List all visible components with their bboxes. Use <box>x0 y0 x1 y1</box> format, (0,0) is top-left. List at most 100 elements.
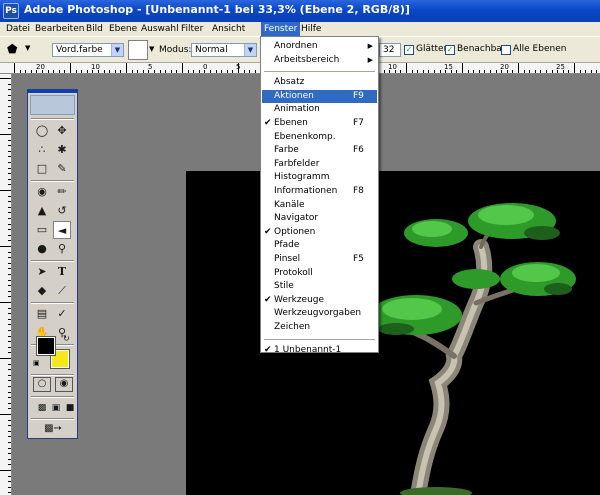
crop-icon[interactable]: □ <box>33 160 51 178</box>
ruler-tick <box>568 70 569 73</box>
ruler-tick <box>400 70 401 73</box>
clone-stamp-icon[interactable]: ▲ <box>33 202 51 220</box>
ruler-tick <box>8 386 11 387</box>
menu-item-kanäle[interactable]: Kanäle <box>262 199 377 212</box>
menu-ansicht[interactable]: Ansicht <box>209 22 248 36</box>
tolerance-input[interactable]: 32 <box>379 43 401 57</box>
history-brush-icon[interactable]: ↺ <box>53 202 71 220</box>
jump-to-imageready-icon[interactable]: ▩➙ <box>35 420 71 438</box>
menu-item-navigator[interactable]: Navigator <box>262 212 377 225</box>
fill-source-select[interactable]: Vord.farbe ▼ <box>52 43 124 57</box>
menu-item-informationen[interactable]: Informationen F8 <box>262 185 377 198</box>
ruler-tick <box>115 70 116 73</box>
menu-item-farbfelder[interactable]: Farbfelder <box>262 158 377 171</box>
menu-item-werkzeugvorgaben[interactable]: Werkzeugvorgaben <box>262 307 377 320</box>
ruler-tick <box>8 347 11 348</box>
paint-bucket-tool-preset-icon[interactable]: ⬟ <box>7 42 21 56</box>
default-colors-icon[interactable]: ▣ <box>33 359 41 367</box>
document-canvas[interactable] <box>186 171 600 495</box>
type-icon[interactable]: T <box>53 263 71 281</box>
contiguous-checkbox[interactable]: ✓ <box>445 45 455 55</box>
menu-item-pfade[interactable]: Pfade <box>262 239 377 252</box>
menu-datei[interactable]: Datei <box>3 22 33 36</box>
path-select-icon[interactable]: ➤ <box>33 263 51 281</box>
menu-item-protokoll[interactable]: Protokoll <box>262 267 377 280</box>
tools-palette[interactable]: ◯ ✥ ∴ ✱ □ ✎ ◉ ✏ ▲ ↺ ▭ ◄ ● ⚲ ➤ T ◆ ⟋ ▤ ✓ … <box>27 89 78 439</box>
ruler-tick <box>507 70 508 73</box>
ruler-tick <box>8 168 11 169</box>
photoshop-app-icon[interactable]: Ps <box>3 3 19 19</box>
all-layers-checkbox[interactable] <box>501 45 511 55</box>
line-icon[interactable]: ⟋ <box>53 282 71 300</box>
quick-mask-icon[interactable]: ◉ <box>55 377 73 392</box>
menu-item-ebenen[interactable]: ✔ Ebenen F7 <box>262 117 377 130</box>
brush-icon[interactable]: ✏ <box>53 183 71 201</box>
pattern-chevron-down-icon[interactable]: ▼ <box>149 45 154 53</box>
menu-item-werkzeuge[interactable]: ✔ Werkzeuge <box>262 294 377 307</box>
foreground-color-swatch[interactable] <box>36 336 56 356</box>
menu-auswahl[interactable]: Auswahl <box>138 22 182 36</box>
menu-item-label: Protokoll <box>274 267 313 278</box>
marquee-icon[interactable]: ◯ <box>33 122 51 140</box>
standard-mode-icon[interactable]: ○ <box>33 377 51 392</box>
menu-item-absatz[interactable]: Absatz <box>262 76 377 89</box>
ruler-tick <box>8 218 11 219</box>
menu-item-zeichen[interactable]: Zeichen <box>262 321 377 334</box>
menu-item-anordnen[interactable]: Anordnen ▶ <box>262 40 377 53</box>
menu-item-pinsel[interactable]: Pinsel F5 <box>262 253 377 266</box>
menu-item-histogramm[interactable]: Histogramm <box>262 171 377 184</box>
eyedropper-icon[interactable]: ✓ <box>53 305 71 323</box>
magic-wand-icon[interactable]: ✱ <box>53 141 71 159</box>
ruler-tick <box>160 70 161 73</box>
ruler-tick <box>8 184 11 185</box>
menu-hilfe[interactable]: Hilfe <box>298 22 324 36</box>
mode-select[interactable]: Normal ▼ <box>191 43 257 57</box>
paint-bucket-icon[interactable]: ◄ <box>53 221 71 239</box>
lasso-icon[interactable]: ∴ <box>33 141 51 159</box>
menu-item-stile[interactable]: Stile <box>262 280 377 293</box>
menu-filter[interactable]: Filter <box>178 22 206 36</box>
menu-bild[interactable]: Bild <box>83 22 106 36</box>
vertical-ruler[interactable] <box>0 74 12 495</box>
ruler-tick <box>8 257 11 258</box>
eraser-icon[interactable]: ▭ <box>33 221 51 239</box>
menu-item-aktionen[interactable]: Aktionen F9 <box>262 89 377 103</box>
pattern-picker[interactable] <box>128 40 148 60</box>
tool-preset-chevron-down-icon[interactable]: ▼ <box>25 44 30 52</box>
pen-icon[interactable]: ◆ <box>33 282 51 300</box>
ruler-tick <box>171 70 172 73</box>
blur-icon[interactable]: ● <box>33 240 51 258</box>
ruler-tick <box>238 63 239 73</box>
notes-icon[interactable]: ▤ <box>33 305 51 323</box>
menu-ebene[interactable]: Ebene <box>106 22 140 36</box>
antialias-checkbox[interactable]: ✓ <box>404 45 414 55</box>
menu-fenster[interactable]: Fenster <box>261 22 301 36</box>
menu-item-optionen[interactable]: ✔ Optionen <box>262 226 377 239</box>
ruler-tick <box>8 100 11 101</box>
tools-palette-feather-icon[interactable] <box>30 95 75 115</box>
menu-bearbeiten[interactable]: Bearbeiten <box>32 22 87 36</box>
ruler-tick <box>8 442 11 443</box>
menu-item-shortcut: F6 <box>353 145 364 156</box>
menu-item-1-unbenannt-1[interactable]: ✔ 1 Unbenannt-1 <box>262 344 377 357</box>
menu-item-animation[interactable]: Animation <box>262 103 377 116</box>
screen-mode-full-icon[interactable]: ■ <box>61 399 79 417</box>
ruler-tick <box>8 476 11 477</box>
swap-colors-icon[interactable]: ↻ <box>63 335 71 343</box>
checkmark-icon: ✔ <box>264 344 272 355</box>
ruler-tick <box>389 70 390 73</box>
fenster-menu[interactable]: Anordnen ▶ Arbeitsbereich ▶ Absatz Aktionen F9… <box>260 36 379 355</box>
menu-item-label: Aktionen <box>274 90 314 101</box>
ruler-tick <box>456 70 457 73</box>
move-icon[interactable]: ✥ <box>53 122 71 140</box>
dodge-icon[interactable]: ⚲ <box>53 240 71 258</box>
menu-item-farbe[interactable]: Farbe F6 <box>262 144 377 157</box>
healing-brush-icon[interactable]: ◉ <box>33 183 51 201</box>
slice-icon[interactable]: ✎ <box>53 160 71 178</box>
tools-palette-titlebar[interactable] <box>28 90 77 93</box>
menu-item-arbeitsbereich[interactable]: Arbeitsbereich ▶ <box>262 54 377 67</box>
ruler-tick <box>428 70 429 73</box>
menu-item-ebenenkomp[interactable]: Ebenenkomp. <box>262 131 377 144</box>
ruler-tick <box>8 196 11 197</box>
ruler-tick <box>8 425 11 426</box>
